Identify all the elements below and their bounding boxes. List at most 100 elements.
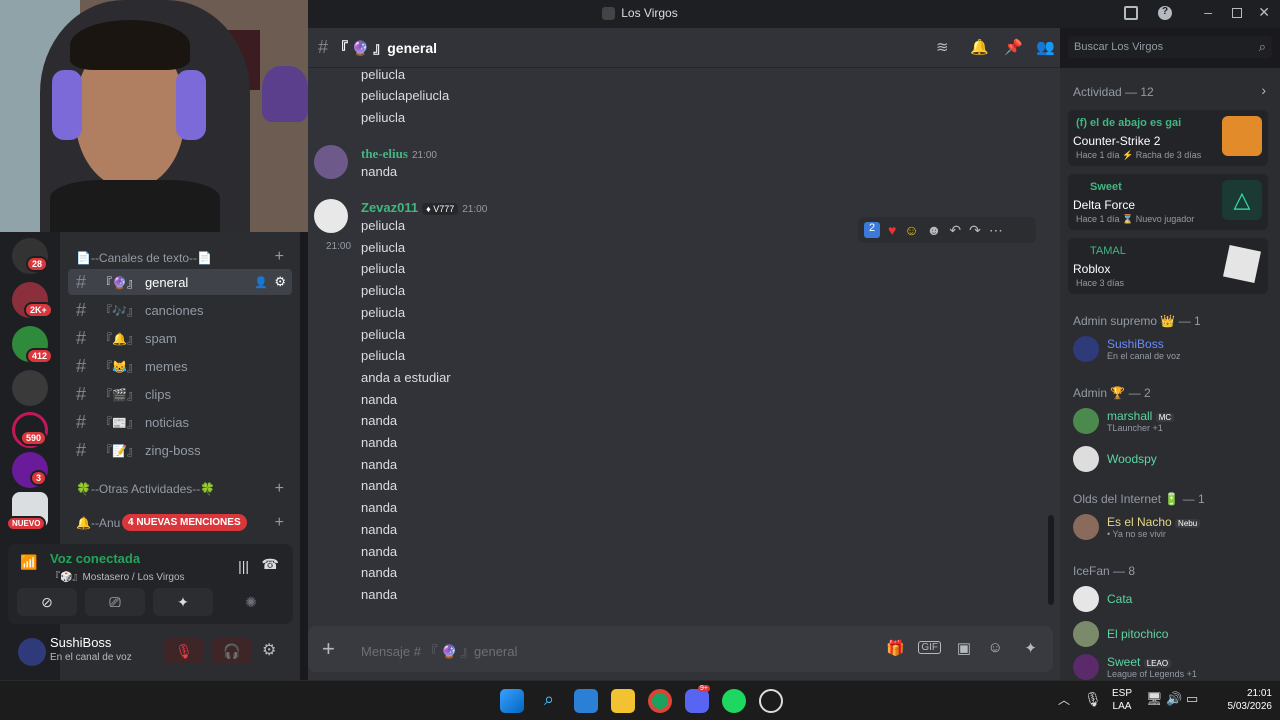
network-icon[interactable]: 🖥	[1146, 691, 1163, 707]
activity-card[interactable]: (f) el de abajo es gai Counter-Strike 2 …	[1068, 110, 1268, 166]
webcam-overlay	[0, 0, 308, 232]
mic-tray-icon[interactable]: 🎙	[1084, 691, 1102, 708]
message-line: nanda	[361, 391, 398, 407]
minimize-icon[interactable]: –	[1204, 4, 1212, 20]
battery-icon[interactable]: ▭	[1186, 691, 1198, 707]
avatar	[1073, 446, 1099, 472]
reply-icon[interactable]: ↶	[949, 222, 961, 239]
message-line: peliuclapeliucla	[361, 88, 450, 103]
settings-gear-icon[interactable]: ⚙	[262, 640, 276, 660]
avatar[interactable]	[314, 145, 348, 179]
member-name: Sweet LEAO	[1107, 655, 1197, 669]
maximize-icon[interactable]	[1232, 8, 1242, 18]
server-avatar[interactable]	[12, 370, 48, 406]
member-item[interactable]: marshall MC TLauncher +1	[1073, 408, 1175, 434]
start-icon[interactable]	[500, 689, 524, 713]
add-channel-icon[interactable]: +	[275, 514, 284, 532]
activity-header: Actividad — 12	[1073, 85, 1154, 99]
spotify-icon[interactable]	[722, 689, 746, 713]
member-list-icon[interactable]: 👥	[1036, 38, 1055, 56]
avatar[interactable]	[314, 199, 348, 233]
chat-scrollbar[interactable]	[1048, 515, 1054, 605]
invite-icon[interactable]: 👤	[254, 276, 268, 289]
deafen-button[interactable]: 🎧	[212, 638, 252, 664]
discord-icon[interactable]	[685, 689, 709, 713]
sticker-icon[interactable]: ▣	[957, 639, 971, 657]
activity-user: (f) el de abajo es gai	[1076, 117, 1182, 129]
channel-memes[interactable]: # 『😹』 memes	[68, 353, 292, 379]
language-indicator[interactable]: ESP LAA	[1112, 687, 1132, 713]
member-item[interactable]: Sweet LEAO League of Legends +1	[1073, 654, 1197, 680]
obs-icon[interactable]	[759, 689, 783, 713]
store-icon[interactable]	[574, 689, 598, 713]
disconnect-icon[interactable]: ☎	[262, 556, 279, 573]
threads-icon[interactable]: ≋	[936, 38, 949, 56]
close-icon[interactable]: ✕	[1258, 4, 1270, 21]
activity-card[interactable]: TAMAL Roblox Hace 3 días	[1068, 238, 1268, 294]
voice-status[interactable]: Voz conectada	[50, 551, 140, 566]
member-tag: Nebu	[1175, 519, 1201, 528]
channel-general[interactable]: # 『🔮』 general 👤 ⚙	[68, 269, 292, 295]
inbox-icon[interactable]	[1124, 6, 1138, 20]
channel-clips[interactable]: # 『🎬』 clips	[68, 381, 292, 407]
voice-location[interactable]: 『🎲』Mostasero / Los Virgos	[50, 568, 185, 583]
noise-icon[interactable]: |||	[238, 558, 249, 574]
person-shirt	[50, 180, 220, 232]
pin-icon[interactable]: 📌	[1004, 38, 1023, 56]
emoji-icon[interactable]: ☺	[988, 639, 1003, 656]
gift-icon[interactable]: 🎁	[886, 639, 905, 657]
member-name: Woodspy	[1107, 452, 1157, 466]
new-mentions-pill[interactable]: 4 NUEVAS MENCIONES	[122, 514, 247, 531]
hash-icon: #	[76, 299, 87, 320]
chevron-right-icon[interactable]: ›	[1261, 82, 1266, 98]
add-attachment-icon[interactable]: +	[322, 636, 335, 662]
signal-icon[interactable]: 📶	[16, 554, 42, 580]
username[interactable]: the-elius	[361, 146, 408, 161]
camera-button[interactable]: ⊘	[17, 588, 77, 616]
channel-canciones[interactable]: # 『🎶』 canciones	[68, 297, 292, 323]
category-other[interactable]: 🍀--Otras Actividades--🍀	[76, 482, 215, 496]
add-channel-icon[interactable]: +	[275, 248, 284, 266]
message-composer[interactable]: + Mensaje # 『 🔮 』general 🎁 GIF ▣ ☺ ✦	[308, 626, 1053, 672]
laugh-emoji-icon[interactable]: ☺	[904, 222, 918, 238]
category-anuncios[interactable]: 🔔--Anu	[76, 516, 120, 530]
username[interactable]: SushiBoss	[50, 635, 111, 650]
chrome-icon[interactable]	[648, 689, 672, 713]
search-input[interactable]: Buscar Los Virgos ⌕	[1068, 36, 1272, 58]
mute-button[interactable]: 🎙	[164, 638, 204, 664]
reaction-number[interactable]: 2	[864, 222, 880, 238]
activity-card[interactable]: Sweet Delta Force Hace 1 día ⌛ Nuevo jug…	[1068, 174, 1268, 230]
channel-zing-boss[interactable]: # 『📝』 zing-boss	[68, 437, 292, 463]
add-channel-icon[interactable]: +	[275, 480, 284, 498]
add-reaction-icon[interactable]: ☻	[927, 222, 942, 238]
gear-icon[interactable]: ⚙	[274, 274, 286, 290]
bell-icon[interactable]: 🔔	[970, 38, 989, 56]
member-item[interactable]: Es el Nacho Nebu • Ya no se vivir	[1073, 514, 1201, 540]
activities-button[interactable]: ✦	[153, 588, 213, 616]
soundboard-button[interactable]: ✺	[221, 588, 281, 616]
tray-chevron-icon[interactable]: ︿	[1058, 691, 1070, 708]
apps-icon[interactable]: ✦	[1024, 639, 1037, 657]
file-explorer-icon[interactable]	[611, 689, 635, 713]
category-text-channels[interactable]: 📄--Canales de texto--📄	[76, 251, 212, 265]
channel-noticias[interactable]: # 『📰』 noticias	[68, 409, 292, 435]
screen-share-button[interactable]: ⎚	[85, 588, 145, 616]
username[interactable]: Zevaz011	[361, 200, 418, 215]
channel-spam[interactable]: # 『🔔』 spam	[68, 325, 292, 351]
member-item[interactable]: El pitochico	[1073, 621, 1168, 647]
member-item[interactable]: SushiBoss En el canal de voz	[1073, 336, 1181, 362]
forward-icon[interactable]: ↷	[969, 222, 981, 239]
member-item[interactable]: Cata	[1073, 586, 1132, 612]
gif-icon[interactable]: GIF	[918, 641, 941, 654]
message-input[interactable]: Mensaje # 『 🔮 』general	[361, 641, 517, 660]
help-icon[interactable]: ?	[1158, 6, 1172, 20]
search-taskbar-icon[interactable]: ⌕	[537, 689, 561, 713]
clock[interactable]: 21:01 5/03/2026	[1216, 687, 1273, 713]
heart-icon[interactable]: ♥	[888, 222, 896, 238]
member-item[interactable]: Woodspy	[1073, 446, 1157, 472]
activities-icon: ✦	[177, 593, 189, 610]
message-line: nanda	[361, 478, 398, 494]
volume-icon[interactable]: 🔊	[1166, 691, 1182, 707]
avatar[interactable]	[18, 638, 46, 666]
more-icon[interactable]: ⋯	[989, 222, 1003, 239]
